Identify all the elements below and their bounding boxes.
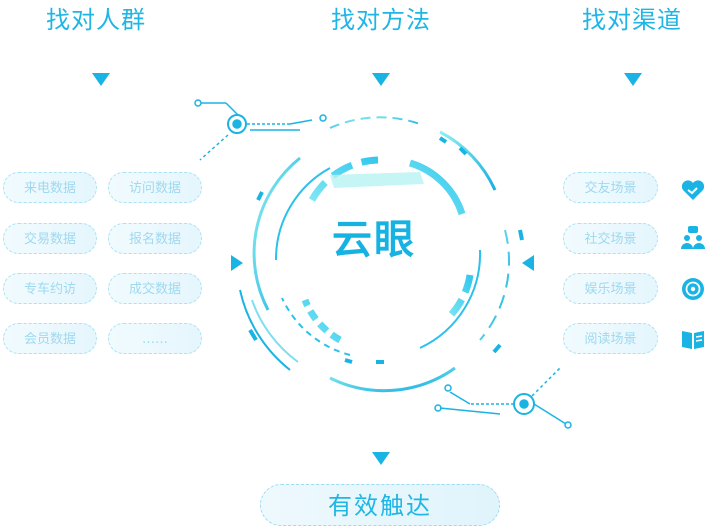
circuit-top-left	[194, 99, 327, 161]
arrow-down-left	[92, 73, 110, 86]
pill-social-scene: 社交场景	[563, 223, 658, 254]
result-effective-reach: 有效触达	[260, 484, 500, 526]
arrow-down-bottom	[372, 452, 390, 465]
book-icon	[682, 331, 704, 349]
top-band	[330, 172, 424, 188]
pill-entertainment-scene: 娱乐场景	[563, 273, 658, 304]
handshake-heart-icon	[681, 180, 705, 200]
heading-find-channel: 找对渠道	[582, 6, 682, 34]
arrow-down-middle	[372, 73, 390, 86]
arrow-down-right	[624, 73, 642, 86]
disc-icon	[682, 278, 704, 300]
circuit-bottom-right	[434, 367, 572, 429]
pill-visit-data: 访问数据	[108, 172, 202, 203]
heading-find-method: 找对方法	[331, 6, 431, 34]
pill-more-data: ……	[108, 323, 202, 354]
pill-transaction-data: 交易数据	[3, 223, 97, 254]
center-title: 云眼	[332, 217, 416, 263]
pill-reading-scene: 阅读场景	[563, 323, 658, 354]
people-chat-icon	[681, 226, 705, 249]
pill-dating-scene: 交友场景	[563, 172, 658, 203]
heading-find-audience: 找对人群	[46, 6, 146, 34]
arrow-left-into-ring	[522, 255, 534, 271]
pill-car-appointment: 专车约访	[3, 273, 97, 304]
pill-registration-data: 报名数据	[108, 223, 202, 254]
pill-deal-data: 成交数据	[108, 273, 202, 304]
pill-call-data: 来电数据	[3, 172, 97, 203]
arrow-right-into-ring	[231, 255, 243, 271]
pill-member-data: 会员数据	[3, 323, 97, 354]
